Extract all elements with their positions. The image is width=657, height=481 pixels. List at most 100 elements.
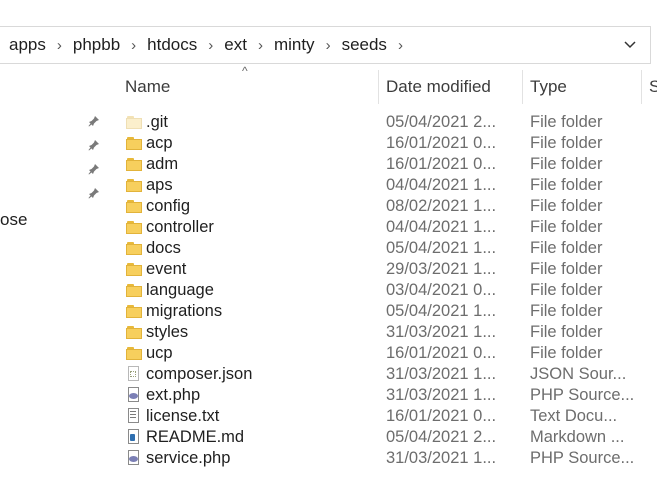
file-date-modified: 05/04/2021 1... — [386, 239, 497, 257]
file-name[interactable]: acp — [146, 133, 173, 154]
file-row[interactable]: README.md 05/04/2021 2... Markdown ... — [110, 427, 657, 448]
file-row[interactable]: styles 31/03/2021 1... File folder — [110, 322, 657, 343]
file-date-modified: 29/03/2021 1... — [386, 260, 497, 278]
file-name[interactable]: license.txt — [146, 406, 219, 427]
file-date-modified: 03/04/2021 0... — [386, 281, 497, 299]
chevron-right-icon[interactable]: › — [126, 37, 141, 54]
chevron-right-icon[interactable]: › — [253, 37, 268, 54]
file-type: File folder — [530, 176, 603, 194]
file-date-modified: 31/03/2021 1... — [386, 449, 497, 467]
chevron-down-icon — [624, 41, 636, 49]
file-date-modified: 04/04/2021 1... — [386, 218, 497, 236]
column-header-type[interactable]: Type — [524, 70, 640, 104]
chevron-right-icon[interactable]: › — [321, 37, 336, 54]
file-date-modified: 16/01/2021 0... — [386, 155, 497, 173]
chevron-right-icon[interactable]: › — [203, 37, 218, 54]
folder-icon — [126, 324, 142, 340]
file-name[interactable]: ext.php — [146, 385, 200, 406]
file-date-modified: 16/01/2021 0... — [386, 134, 497, 152]
file-type: PHP Source... — [530, 449, 635, 467]
file-row[interactable]: language 03/04/2021 0... File folder — [110, 280, 657, 301]
file-name[interactable]: controller — [146, 217, 214, 238]
column-header-date-modified[interactable]: Date modified — [380, 70, 522, 104]
folder-hidden-icon — [126, 114, 142, 130]
file-row[interactable]: service.php 31/03/2021 1... PHP Source... — [110, 448, 657, 469]
folder-icon — [126, 303, 142, 319]
file-name[interactable]: event — [146, 259, 186, 280]
php-file-icon — [126, 387, 142, 403]
file-row[interactable]: composer.json 31/03/2021 1... JSON Sour... — [110, 364, 657, 385]
nav-item-label[interactable]: ose — [0, 210, 27, 230]
file-name[interactable]: service.php — [146, 448, 230, 469]
column-divider[interactable] — [378, 70, 379, 104]
file-type: File folder — [530, 113, 603, 131]
file-date-modified: 08/02/2021 1... — [386, 197, 497, 215]
file-row[interactable]: event 29/03/2021 1... File folder — [110, 259, 657, 280]
breadcrumb-item-htdocs[interactable]: htdocs — [141, 35, 203, 55]
file-type: File folder — [530, 155, 603, 173]
folder-icon — [126, 177, 142, 193]
breadcrumb-item-ext[interactable]: ext — [218, 35, 253, 55]
file-name[interactable]: composer.json — [146, 364, 252, 385]
address-history-dropdown[interactable] — [620, 35, 640, 55]
file-name[interactable]: styles — [146, 322, 188, 343]
file-row[interactable]: docs 05/04/2021 1... File folder — [110, 238, 657, 259]
php-file-icon — [126, 450, 142, 466]
breadcrumb: apps › phpbb › htdocs › ext › minty › se… — [0, 35, 408, 55]
file-type: File folder — [530, 302, 603, 320]
file-row[interactable]: .git 05/04/2021 2... File folder — [110, 112, 657, 133]
folder-icon — [126, 261, 142, 277]
column-divider[interactable] — [641, 70, 642, 104]
folder-icon — [126, 156, 142, 172]
file-name[interactable]: ucp — [146, 343, 173, 364]
file-row[interactable]: ext.php 31/03/2021 1... PHP Source... — [110, 385, 657, 406]
chevron-right-icon[interactable]: › — [393, 37, 408, 54]
file-row[interactable]: acp 16/01/2021 0... File folder — [110, 133, 657, 154]
text-file-icon — [126, 408, 142, 424]
folder-icon — [126, 219, 142, 235]
markdown-file-icon — [126, 429, 142, 445]
file-type: File folder — [530, 218, 603, 236]
file-name[interactable]: docs — [146, 238, 181, 259]
pin-icon[interactable] — [88, 115, 100, 127]
file-type: PHP Source... — [530, 386, 635, 404]
file-date-modified: 04/04/2021 1... — [386, 176, 497, 194]
address-bar[interactable]: apps › phpbb › htdocs › ext › minty › se… — [0, 26, 651, 64]
file-row[interactable]: license.txt 16/01/2021 0... Text Docu... — [110, 406, 657, 427]
file-name[interactable]: migrations — [146, 301, 222, 322]
file-name[interactable]: .git — [146, 112, 168, 133]
breadcrumb-item-phpbb[interactable]: phpbb — [67, 35, 126, 55]
folder-icon — [126, 240, 142, 256]
breadcrumb-item-apps[interactable]: apps — [3, 35, 52, 55]
file-row[interactable]: ucp 16/01/2021 0... File folder — [110, 343, 657, 364]
column-header-name[interactable]: Name — [119, 70, 377, 104]
folder-icon — [126, 198, 142, 214]
breadcrumb-item-seeds[interactable]: seeds — [336, 35, 393, 55]
file-name[interactable]: aps — [146, 175, 173, 196]
pin-icon[interactable] — [88, 163, 100, 175]
file-type: Text Docu... — [530, 407, 618, 425]
pin-icon[interactable] — [88, 187, 100, 199]
file-row[interactable]: config 08/02/2021 1... File folder — [110, 196, 657, 217]
file-name[interactable]: config — [146, 196, 190, 217]
file-row[interactable]: adm 16/01/2021 0... File folder — [110, 154, 657, 175]
file-date-modified: 16/01/2021 0... — [386, 407, 497, 425]
breadcrumb-item-minty[interactable]: minty — [268, 35, 321, 55]
pin-icon[interactable] — [88, 139, 100, 151]
file-name[interactable]: language — [146, 280, 214, 301]
file-row[interactable]: aps 04/04/2021 1... File folder — [110, 175, 657, 196]
folder-icon — [126, 135, 142, 151]
file-list: .git 05/04/2021 2... File folder acp 16/01/2… — [110, 112, 657, 469]
file-date-modified: 05/04/2021 2... — [386, 113, 497, 131]
chevron-right-icon[interactable]: › — [52, 37, 67, 54]
file-date-modified: 31/03/2021 1... — [386, 386, 497, 404]
file-date-modified: 05/04/2021 2... — [386, 428, 497, 446]
file-name[interactable]: adm — [146, 154, 178, 175]
file-type: File folder — [530, 260, 603, 278]
file-row[interactable]: migrations 05/04/2021 1... File folder — [110, 301, 657, 322]
file-name[interactable]: README.md — [146, 427, 244, 448]
file-row[interactable]: controller 04/04/2021 1... File folder — [110, 217, 657, 238]
column-header-size[interactable]: S — [643, 70, 657, 104]
column-divider[interactable] — [522, 70, 523, 104]
file-type: File folder — [530, 197, 603, 215]
